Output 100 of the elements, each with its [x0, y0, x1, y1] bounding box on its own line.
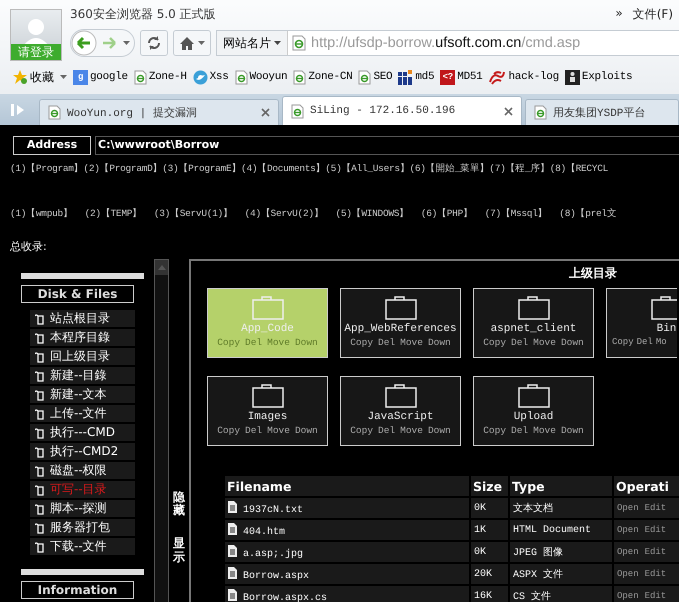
sidebar-item[interactable]: 站点根目录: [30, 310, 135, 327]
bookmark-link[interactable]: SEO: [358, 70, 392, 84]
file-action-link[interactable]: Edit: [644, 569, 666, 579]
filename-cell[interactable]: 1937cN.txt: [225, 498, 469, 518]
sidebar-toggle-icon[interactable]: [10, 103, 26, 117]
close-icon[interactable]: [261, 108, 270, 117]
browser-tab[interactable]: SiLing - 172.16.50.196: [282, 96, 522, 125]
drive-link[interactable]: (8)【prel文: [559, 207, 617, 220]
sidebar-item[interactable]: 本程序目錄: [30, 329, 135, 346]
bookmark-link[interactable]: md5: [398, 70, 434, 84]
file-action-link[interactable]: Open: [617, 569, 639, 579]
folder-action-link[interactable]: Down: [428, 425, 451, 436]
parent-directory-link[interactable]: 上级目录: [569, 265, 617, 282]
bookmark-link[interactable]: <? MD51: [440, 70, 482, 84]
sidebar-item[interactable]: 服务器打包: [30, 519, 135, 536]
folder-action-link[interactable]: Del: [378, 337, 396, 348]
browser-tab[interactable]: 用友集团YSDP平台: [525, 99, 679, 125]
sidebar-item[interactable]: 脚本--探测: [30, 500, 135, 517]
folder-action-link[interactable]: Del: [511, 425, 528, 436]
folder-card[interactable]: aspnet_client Copy Del Move Down: [473, 288, 594, 358]
sidebar-item[interactable]: 新建--文本: [30, 386, 135, 403]
folder-action-link[interactable]: Del: [378, 425, 396, 436]
menu-item[interactable]: 文件(F): [632, 6, 673, 22]
sidebar-item[interactable]: 磁盘--权限: [30, 462, 135, 479]
sidebar-item[interactable]: 执行--CMD2: [30, 443, 135, 460]
folder-action-link[interactable]: Del: [636, 337, 653, 347]
drive-link[interactable]: (4)【Documents】: [241, 162, 326, 175]
file-action-link[interactable]: Open: [617, 503, 639, 513]
folder-action-link[interactable]: Down: [560, 337, 584, 348]
sidebar-item[interactable]: 下载--文件: [30, 538, 135, 555]
folder-action-link[interactable]: Copy: [483, 425, 506, 436]
filename-cell[interactable]: Borrow.aspx: [225, 564, 469, 584]
bookmark-link[interactable]: g google: [73, 70, 128, 84]
panel-toggle-link[interactable]: 显示: [173, 537, 185, 564]
back-forward-control[interactable]: [70, 29, 135, 57]
sidebar-item[interactable]: 执行---CMD: [30, 424, 135, 441]
folder-action-link[interactable]: Copy: [217, 425, 240, 436]
filename-cell[interactable]: 404.htm: [225, 520, 469, 540]
folder-action-link[interactable]: Copy: [350, 425, 374, 436]
file-action-link[interactable]: Edit: [644, 525, 666, 535]
folder-action-link[interactable]: Down: [560, 425, 584, 436]
file-action-link[interactable]: Edit: [644, 591, 666, 601]
bookmark-link[interactable]: Xss: [192, 70, 229, 84]
sidebar-item[interactable]: 上传--文件: [30, 405, 135, 422]
folder-action-link[interactable]: Move: [533, 337, 556, 348]
sidebar-item[interactable]: 新建--目錄: [30, 367, 135, 384]
folder-action-link[interactable]: Move: [400, 425, 423, 436]
drive-link[interactable]: (7)【程_序】: [489, 162, 550, 175]
filename-cell[interactable]: a.asp;.jpg: [225, 542, 469, 562]
folder-action-link[interactable]: Move: [400, 337, 423, 348]
bookmark-link[interactable]: Zone-CN: [293, 70, 352, 84]
bookmark-link[interactable]: Zone-H: [134, 70, 187, 84]
drive-link[interactable]: (6)【開始_菜單】: [409, 162, 490, 175]
address-input[interactable]: C:\wwwroot\Borrow: [95, 136, 679, 155]
home-button[interactable]: [173, 30, 211, 56]
bookmark-link[interactable]: Wooyun: [234, 70, 288, 84]
browser-tab[interactable]: WooYun.org | 提交漏洞: [39, 99, 279, 125]
caret-icon[interactable]: [123, 41, 130, 45]
refresh-button[interactable]: [140, 30, 168, 56]
drive-link[interactable]: (5)【All_Users】: [325, 162, 410, 175]
drive-link[interactable]: (3)【ServU(1)】: [154, 207, 233, 220]
folder-action-link[interactable]: Move: [533, 425, 556, 436]
close-icon[interactable]: [504, 106, 513, 116]
drive-link[interactable]: (4)【ServU(2)】: [244, 207, 324, 220]
folder-card[interactable]: JavaScript Copy Del Move Down: [340, 376, 461, 446]
panel-toggle-link[interactable]: 隐藏: [173, 491, 185, 518]
drive-link[interactable]: (1)【Program】: [10, 162, 84, 175]
bookmark-link[interactable]: hack-log: [488, 70, 559, 84]
folder-action-link[interactable]: Move: [267, 425, 290, 436]
url-field[interactable]: http://ufsdp-borrow.ufsoft.com.cn/cmd.asp: [288, 35, 580, 51]
drive-link[interactable]: (1)【wmpub】: [10, 207, 73, 220]
folder-action-link[interactable]: Copy: [483, 337, 506, 348]
folder-card[interactable]: Bin Copy Del Mo: [606, 288, 677, 358]
drive-link[interactable]: (6)【PHP】: [420, 207, 473, 220]
folder-action-link[interactable]: Copy: [350, 337, 374, 348]
folder-action-link[interactable]: Del: [511, 337, 528, 348]
folder-card[interactable]: App_WebReferences Copy Del Move Down: [340, 288, 461, 358]
file-action-link[interactable]: Open: [617, 591, 639, 601]
drive-link[interactable]: (7)【Mssql】: [484, 207, 548, 220]
menu-item[interactable]: »: [615, 6, 623, 22]
folder-action-link[interactable]: Del: [245, 425, 262, 436]
drive-link[interactable]: (5)【WINDOWS】: [335, 207, 409, 220]
caret-icon[interactable]: [60, 75, 67, 79]
drive-link[interactable]: (3)【ProgramE】: [162, 162, 242, 175]
folder-action-link[interactable]: Down: [294, 425, 318, 436]
folder-action-link[interactable]: Down: [428, 337, 451, 348]
drive-link[interactable]: (2)【ProgramD】: [83, 162, 162, 175]
back-icon[interactable]: [71, 30, 97, 56]
folder-card[interactable]: Images Copy Del Move Down: [207, 376, 328, 446]
scrollbar[interactable]: [154, 259, 169, 602]
file-action-link[interactable]: Open: [617, 547, 639, 557]
filename-cell[interactable]: Borrow.aspx.cs: [225, 586, 469, 602]
file-action-link[interactable]: Edit: [644, 547, 666, 557]
folder-card[interactable]: Upload Copy Del Move Down: [473, 376, 594, 446]
sidebar-item[interactable]: 回上级目录: [30, 348, 135, 365]
folder-action-link[interactable]: Copy: [612, 337, 634, 347]
favorites-button[interactable]: 收藏: [12, 68, 54, 86]
bookmark-link[interactable]: Exploits: [564, 70, 632, 84]
drive-link[interactable]: (2)【TEMP】: [84, 207, 142, 220]
site-card-dropdown[interactable]: 网站名片: [217, 31, 288, 55]
